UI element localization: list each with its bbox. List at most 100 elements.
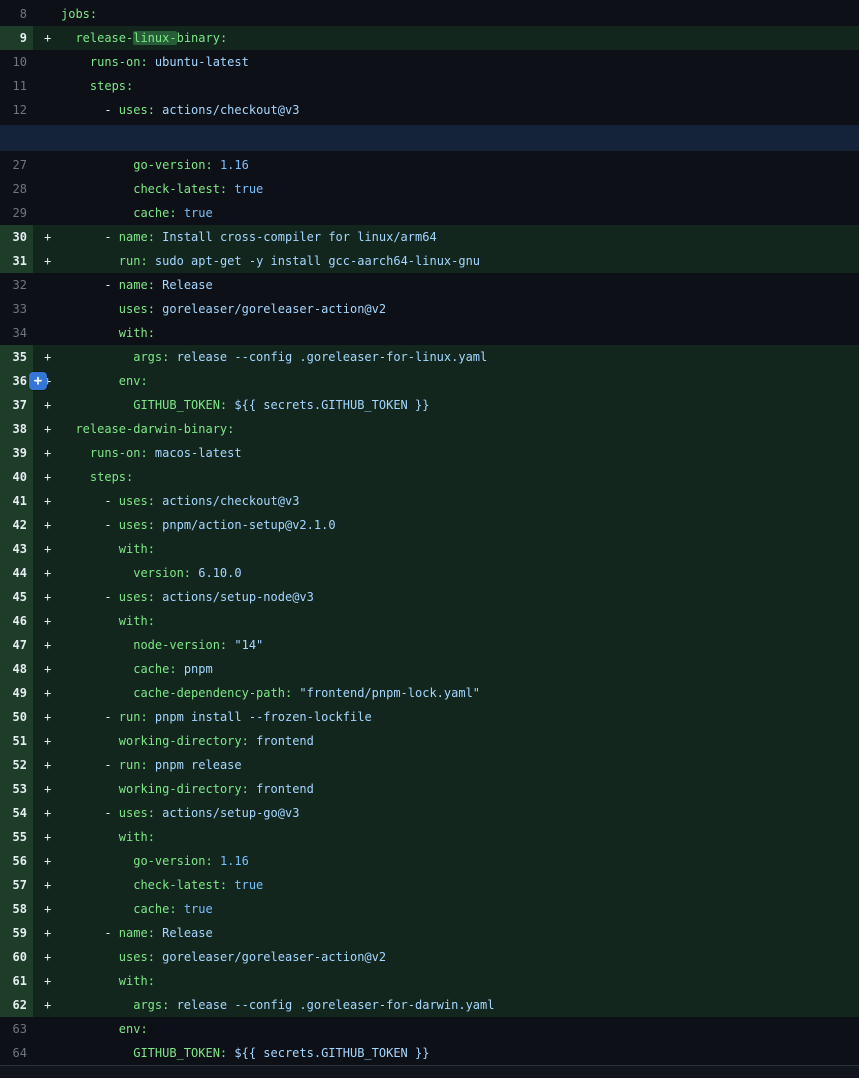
line-number[interactable]: 46	[0, 609, 33, 633]
code-token: working-directory:	[119, 734, 249, 748]
add-comment-button[interactable]: +	[29, 372, 47, 390]
line-number[interactable]: 59	[0, 921, 33, 945]
line-number[interactable]: 58	[0, 897, 33, 921]
diff-line: 9+release-linux-binary:	[0, 26, 859, 50]
line-number[interactable]: 51	[0, 729, 33, 753]
code-line: - name: Release	[61, 273, 859, 297]
diff-line: 64 GITHUB_TOKEN: ${{ secrets.GITHUB_TOKEN…	[0, 1041, 859, 1065]
line-number[interactable]: 10	[0, 50, 33, 74]
code-token: uses:	[119, 806, 155, 820]
line-number[interactable]: 56	[0, 849, 33, 873]
code-token: actions/setup-go@v3	[155, 806, 300, 820]
diff-marker	[33, 201, 61, 225]
line-number[interactable]: 28	[0, 177, 33, 201]
line-number[interactable]: 64	[0, 1041, 33, 1065]
code-token: Release	[155, 926, 213, 940]
code-token: go-version:	[133, 854, 212, 868]
code-line: args: release --config .goreleaser-for-d…	[61, 993, 859, 1017]
diff-marker: +	[33, 801, 61, 825]
diff-marker: +	[33, 897, 61, 921]
line-number[interactable]: 11	[0, 74, 33, 98]
line-number[interactable]: 37	[0, 393, 33, 417]
line-number[interactable]: 62	[0, 993, 33, 1017]
line-number[interactable]: 60	[0, 945, 33, 969]
diff-line: 35+args: release --config .goreleaser-fo…	[0, 345, 859, 369]
diff-marker: +	[33, 657, 61, 681]
diff-marker	[33, 98, 61, 122]
line-number[interactable]: 9	[0, 26, 33, 50]
line-number[interactable]: 42	[0, 513, 33, 537]
diff-marker: +	[33, 753, 61, 777]
diff-line: 10runs-on: ubuntu-latest	[0, 50, 859, 74]
diff-marker	[33, 1017, 61, 1041]
line-number[interactable]: 50	[0, 705, 33, 729]
line-number[interactable]: 12	[0, 98, 33, 122]
code-token: check-latest:	[133, 182, 227, 196]
line-number[interactable]: 35	[0, 345, 33, 369]
diff-line: 45+- uses: actions/setup-node@v3	[0, 585, 859, 609]
diff-line: 60+uses: goreleaser/goreleaser-action@v2	[0, 945, 859, 969]
code-token: env:	[119, 1022, 148, 1036]
diff-marker	[33, 2, 61, 26]
line-number[interactable]: 41	[0, 489, 33, 513]
line-number[interactable]: 45	[0, 585, 33, 609]
line-number[interactable]: 43	[0, 537, 33, 561]
line-number[interactable]: 31	[0, 249, 33, 273]
expand-hidden-lines-row[interactable]	[0, 125, 859, 151]
diff-marker: +	[33, 609, 61, 633]
line-number[interactable]: 34	[0, 321, 33, 345]
diff-line: 46+with:	[0, 609, 859, 633]
code-line: - run: pnpm release	[61, 753, 859, 777]
code-token: sudo apt-get -y install gcc-aarch64-linu…	[148, 254, 480, 268]
diff-line: 30+- name: Install cross-compiler for li…	[0, 225, 859, 249]
diff-marker: +	[33, 561, 61, 585]
diff-line: 32 - name: Release	[0, 273, 859, 297]
line-number[interactable]: 52	[0, 753, 33, 777]
diff-line: 54+- uses: actions/setup-go@v3	[0, 801, 859, 825]
line-number[interactable]: 54	[0, 801, 33, 825]
diff-line: 37+GITHUB_TOKEN: ${{ secrets.GITHUB_TOKE…	[0, 393, 859, 417]
code-token: frontend	[249, 782, 314, 796]
code-line: with:	[61, 537, 859, 561]
line-number[interactable]: 38	[0, 417, 33, 441]
diff-marker	[33, 297, 61, 321]
code-line: - uses: actions/setup-node@v3	[61, 585, 859, 609]
code-line: - uses: actions/setup-go@v3	[61, 801, 859, 825]
line-number[interactable]: 57	[0, 873, 33, 897]
code-token: GITHUB_TOKEN:	[133, 1046, 227, 1060]
code-token: -	[104, 590, 118, 604]
diff-marker: +	[33, 729, 61, 753]
diff-line: 61+with:	[0, 969, 859, 993]
code-line: go-version: 1.16	[61, 153, 859, 177]
line-number[interactable]: 61	[0, 969, 33, 993]
line-number[interactable]: 55	[0, 825, 33, 849]
line-number[interactable]: 27	[0, 153, 33, 177]
line-number[interactable]: 33	[0, 297, 33, 321]
line-number[interactable]: 47	[0, 633, 33, 657]
line-number[interactable]: 30	[0, 225, 33, 249]
code-line: - name: Install cross-compiler for linux…	[61, 225, 859, 249]
line-number[interactable]: 8	[0, 2, 33, 26]
code-token: -	[104, 230, 118, 244]
line-number[interactable]: 39	[0, 441, 33, 465]
line-number[interactable]: 49	[0, 681, 33, 705]
code-token: -	[104, 926, 118, 940]
diff-line: 31+run: sudo apt-get -y install gcc-aarc…	[0, 249, 859, 273]
diff-line: 51+working-directory: frontend	[0, 729, 859, 753]
line-number[interactable]: 29	[0, 201, 33, 225]
line-number[interactable]: 44	[0, 561, 33, 585]
line-number[interactable]: 32	[0, 273, 33, 297]
diff-marker	[33, 321, 61, 345]
code-line: GITHUB_TOKEN: ${{ secrets.GITHUB_TOKEN }…	[61, 1041, 859, 1065]
code-token: -	[104, 758, 118, 772]
code-line: jobs:	[61, 2, 859, 26]
line-number[interactable]: 53	[0, 777, 33, 801]
code-token: cache:	[133, 662, 176, 676]
line-number[interactable]: 48	[0, 657, 33, 681]
line-number[interactable]: 40	[0, 465, 33, 489]
code-token: -	[104, 710, 118, 724]
code-token: steps:	[90, 79, 133, 93]
diff-marker	[33, 1041, 61, 1065]
line-number[interactable]: 63	[0, 1017, 33, 1041]
code-line: with:	[61, 969, 859, 993]
